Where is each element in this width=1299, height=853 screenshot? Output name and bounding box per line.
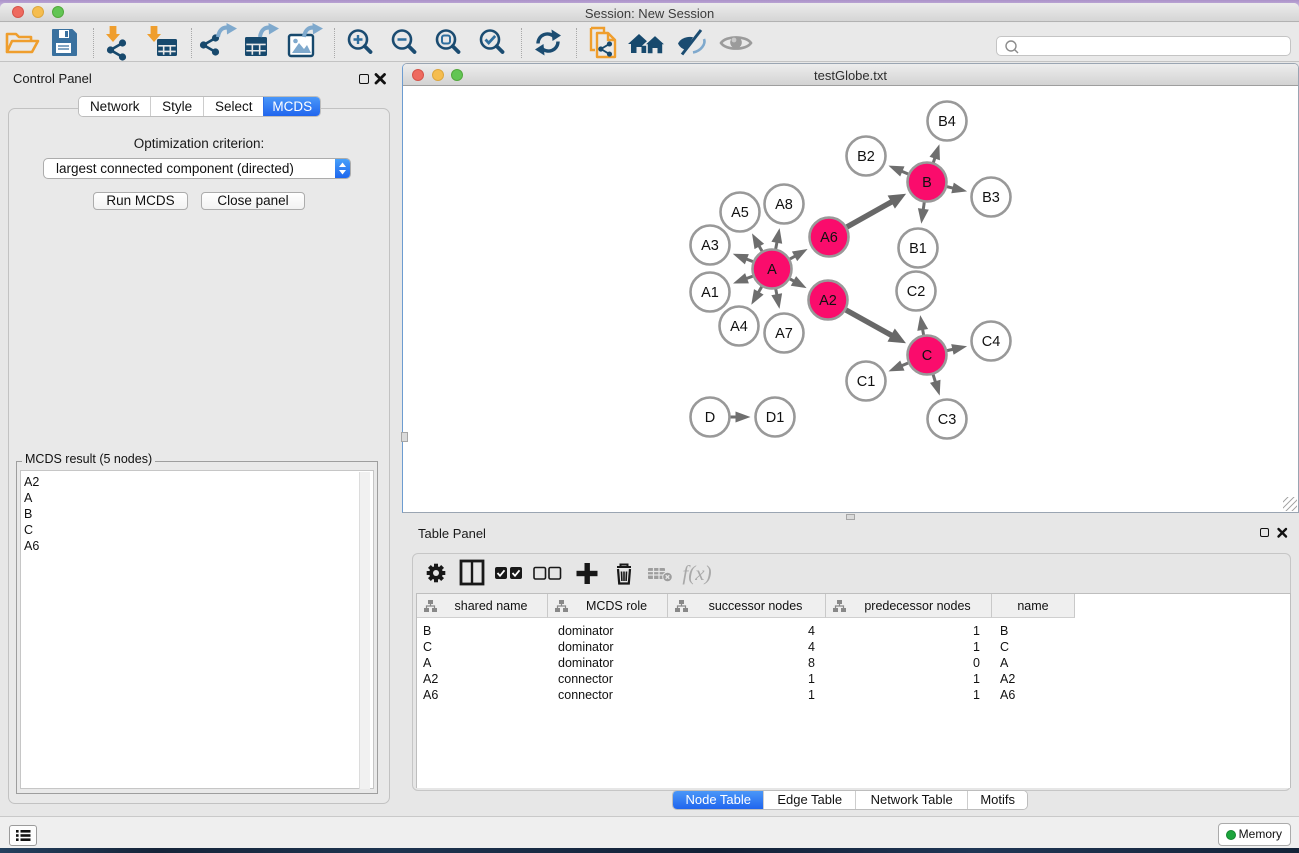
svg-text:B: B (922, 175, 932, 191)
svg-text:C3: C3 (938, 412, 957, 428)
svg-text:A2: A2 (819, 293, 837, 309)
svg-text:B1: B1 (909, 241, 927, 257)
svg-text:B3: B3 (982, 190, 1000, 206)
svg-text:D: D (705, 410, 715, 426)
svg-text:C4: C4 (982, 334, 1001, 350)
svg-text:C1: C1 (857, 374, 876, 390)
svg-text:C2: C2 (907, 284, 926, 300)
svg-text:C: C (922, 348, 932, 364)
svg-text:A6: A6 (820, 230, 838, 246)
svg-text:A7: A7 (775, 326, 793, 342)
svg-text:B2: B2 (857, 149, 875, 165)
svg-text:D1: D1 (766, 410, 785, 426)
svg-text:A3: A3 (701, 238, 719, 254)
svg-text:A8: A8 (775, 197, 793, 213)
svg-text:A4: A4 (730, 319, 748, 335)
svg-text:A1: A1 (701, 285, 719, 301)
svg-text:B4: B4 (938, 114, 956, 130)
svg-text:A5: A5 (731, 205, 749, 221)
svg-text:f(x): f(x) (682, 561, 711, 585)
svg-text:A: A (767, 262, 777, 278)
